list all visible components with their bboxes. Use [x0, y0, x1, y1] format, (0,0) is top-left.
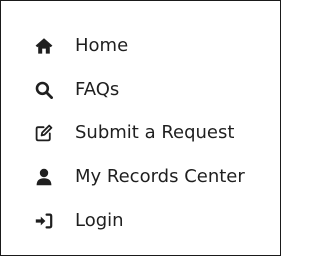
- nav-item-login[interactable]: Login: [1, 204, 280, 238]
- nav-item-submit-request[interactable]: Submit a Request: [1, 116, 280, 150]
- nav-item-label: Home: [75, 35, 129, 56]
- nav-item-label: Login: [75, 210, 124, 231]
- nav-item-home[interactable]: Home: [1, 29, 280, 63]
- user-icon: [35, 168, 53, 186]
- sign-in-icon: [35, 212, 53, 230]
- nav-item-faqs[interactable]: FAQs: [1, 73, 280, 107]
- edit-icon: [35, 124, 53, 142]
- nav-item-label: FAQs: [75, 79, 120, 100]
- nav-item-label: My Records Center: [75, 166, 245, 187]
- navigation-panel: Home FAQs Submit a Request My Records Ce…: [0, 0, 281, 256]
- nav-item-my-records-center[interactable]: My Records Center: [1, 160, 280, 194]
- search-icon: [35, 81, 53, 99]
- nav-item-label: Submit a Request: [75, 122, 235, 143]
- home-icon: [35, 37, 53, 55]
